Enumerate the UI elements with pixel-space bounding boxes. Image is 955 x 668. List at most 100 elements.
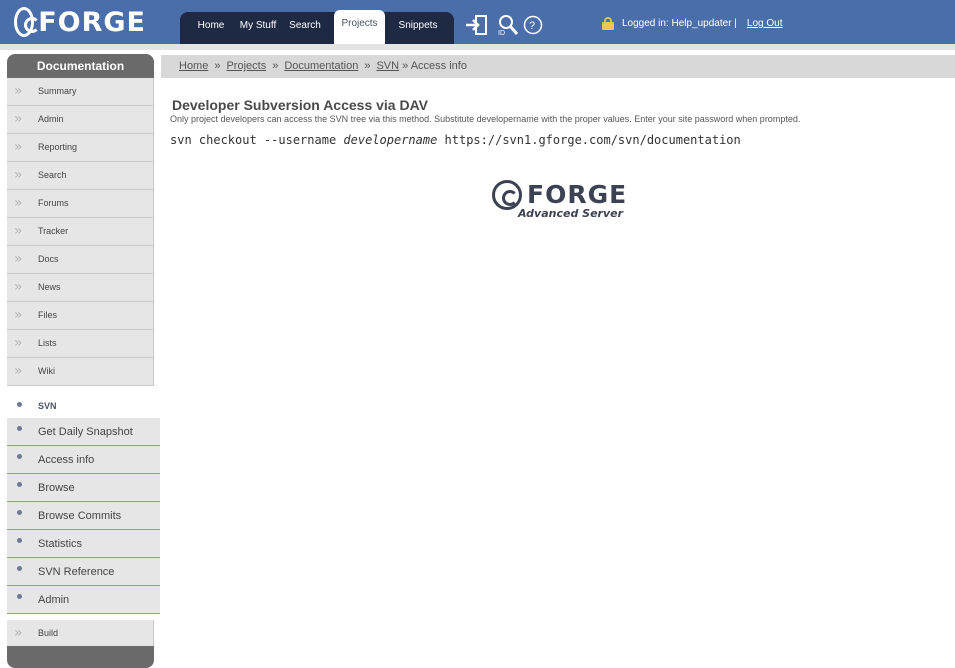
sidebar-item-label: Wiki: [38, 366, 55, 376]
sidebar-item-reporting[interactable]: » Reporting: [7, 134, 154, 162]
forge-logo-mark-icon: [14, 7, 41, 37]
breadcrumb-projects[interactable]: Projects: [226, 60, 266, 72]
tab-projects[interactable]: Projects: [334, 10, 385, 44]
sidebar-item-label: Forums: [38, 198, 69, 208]
sidebar-item-build[interactable]: » Build: [7, 620, 154, 648]
project-sidebar: Documentation » Summary » Admin » Reporting…: [7, 54, 160, 668]
breadcrumb-home[interactable]: Home: [179, 60, 208, 72]
subnav-label: Admin: [38, 594, 70, 606]
sidebar-item-label: Build: [38, 628, 59, 638]
logout-link[interactable]: Log Out: [747, 18, 783, 29]
sidebar-item-label: Admin: [38, 114, 64, 124]
sidebar-item-files[interactable]: » Files: [7, 302, 154, 330]
bullet-icon: [17, 538, 22, 543]
double-chevron-icon: »: [14, 223, 23, 239]
double-chevron-icon: »: [14, 363, 23, 379]
command-prefix: svn checkout --username: [170, 133, 344, 147]
subnav-statistics[interactable]: Statistics: [7, 530, 160, 558]
page-title: Developer Subversion Access via DAV: [172, 97, 428, 113]
command-username: developername: [343, 133, 438, 147]
double-chevron-icon: »: [14, 251, 23, 267]
sidebar-item-docs[interactable]: » Docs: [7, 246, 154, 274]
double-chevron-icon: »: [14, 307, 23, 323]
sidebar-item-wiki[interactable]: » Wiki: [7, 358, 154, 386]
sidebar-item-label: Search: [38, 170, 67, 180]
bullet-icon: [17, 594, 22, 599]
breadcrumb-separator: »: [364, 60, 371, 72]
sidebar-item-search[interactable]: » Search: [7, 162, 154, 190]
sidebar-item-label: Lists: [38, 338, 57, 348]
subnav-browse-commits[interactable]: Browse Commits: [7, 502, 160, 530]
sidebar-item-tracker[interactable]: » Tracker: [7, 218, 154, 246]
login-status: Logged in: Help_updater | Log Out: [602, 17, 783, 30]
logged-in-text: Logged in: Help_updater |: [622, 18, 737, 29]
subnav-admin[interactable]: Admin: [7, 586, 160, 614]
help-icon[interactable]: ?: [521, 14, 545, 36]
double-chevron-icon: »: [14, 279, 23, 295]
subnav-label: Browse Commits: [38, 510, 122, 522]
double-chevron-icon: »: [14, 195, 23, 211]
sidebar-item-label: Reporting: [38, 142, 78, 152]
sidebar-footer: [7, 646, 154, 668]
subnav-label: Browse: [38, 482, 75, 494]
lock-icon: [602, 17, 614, 30]
double-chevron-icon: »: [14, 167, 23, 183]
bullet-icon: [17, 454, 22, 459]
command-url: https://svn1.gforge.com/svn/documentatio…: [437, 133, 741, 147]
breadcrumb-separator: »: [214, 60, 221, 72]
subnav-label: Access info: [38, 454, 95, 466]
sidebar-title: Documentation: [7, 54, 154, 78]
page-description: Only project developers can access the S…: [170, 114, 801, 124]
breadcrumb-svn[interactable]: SVN: [376, 60, 399, 72]
sidebar-item-lists[interactable]: » Lists: [7, 330, 154, 358]
forge-logo[interactable]: FORGE: [14, 6, 146, 38]
sidebar-item-summary[interactable]: » Summary: [7, 78, 154, 106]
tab-my-stuff[interactable]: My Stuff: [236, 12, 280, 44]
bullet-icon: [17, 482, 22, 487]
double-chevron-icon: »: [14, 335, 23, 351]
sidebar-item-label: Tracker: [38, 226, 69, 236]
double-chevron-icon: »: [14, 625, 23, 641]
subnav-access-info[interactable]: Access info: [7, 446, 160, 474]
bullet-icon: [17, 402, 22, 407]
subnav-get-daily-snapshot[interactable]: Get Daily Snapshot: [7, 418, 160, 446]
logo-text: FORGE: [38, 6, 146, 38]
svg-text:?: ?: [529, 20, 535, 32]
bullet-icon: [17, 566, 22, 571]
double-chevron-icon: »: [14, 139, 23, 155]
svg-text:ID: ID: [498, 30, 505, 36]
sidebar-item-svn[interactable]: SVN: [7, 392, 160, 418]
breadcrumb-separator: »: [272, 60, 279, 72]
subnav-browse[interactable]: Browse: [7, 474, 160, 502]
forge-advanced-server-logo: FORGE Advanced Server: [491, 179, 628, 223]
sidebar-item-forums[interactable]: » Forums: [7, 190, 154, 218]
tab-snippets[interactable]: Snippets: [392, 12, 444, 44]
sidebar-item-news[interactable]: » News: [7, 274, 154, 302]
tab-home[interactable]: Home: [190, 12, 232, 44]
subnav-label: SVN Reference: [38, 566, 115, 578]
sidebar-item-label: Summary: [38, 86, 77, 96]
logo-subtitle: Advanced Server: [518, 207, 624, 220]
double-chevron-icon: »: [14, 111, 23, 127]
sidebar-item-label: SVN: [38, 401, 57, 411]
subnav-label: Statistics: [38, 538, 83, 550]
main-nav: Home My Stuff Search Projects Snippets: [180, 10, 454, 44]
breadcrumb: Home » Projects » Documentation » SVN » Access…: [161, 55, 955, 78]
sidebar-item-admin[interactable]: » Admin: [7, 106, 154, 134]
top-header: FORGE Home My Stuff Search Projects Snip…: [0, 0, 955, 44]
double-chevron-icon: »: [14, 83, 23, 99]
bullet-icon: [17, 426, 22, 431]
id-search-icon[interactable]: ID: [497, 14, 521, 36]
logo-text: FORGE: [527, 180, 628, 209]
breadcrumb-documentation[interactable]: Documentation: [284, 60, 358, 72]
sidebar-item-label: Docs: [38, 254, 59, 264]
sidebar-item-label: News: [38, 282, 61, 292]
login-icon[interactable]: [464, 14, 488, 36]
tab-search[interactable]: Search: [284, 12, 326, 44]
breadcrumb-current: » Access info: [402, 60, 467, 72]
svn-checkout-command: svn checkout --username developername ht…: [170, 133, 741, 147]
forge-logo-mark-icon: [492, 180, 522, 210]
subnav-svn-reference[interactable]: SVN Reference: [7, 558, 160, 586]
header-divider: [0, 44, 955, 50]
subnav-label: Get Daily Snapshot: [38, 426, 133, 438]
